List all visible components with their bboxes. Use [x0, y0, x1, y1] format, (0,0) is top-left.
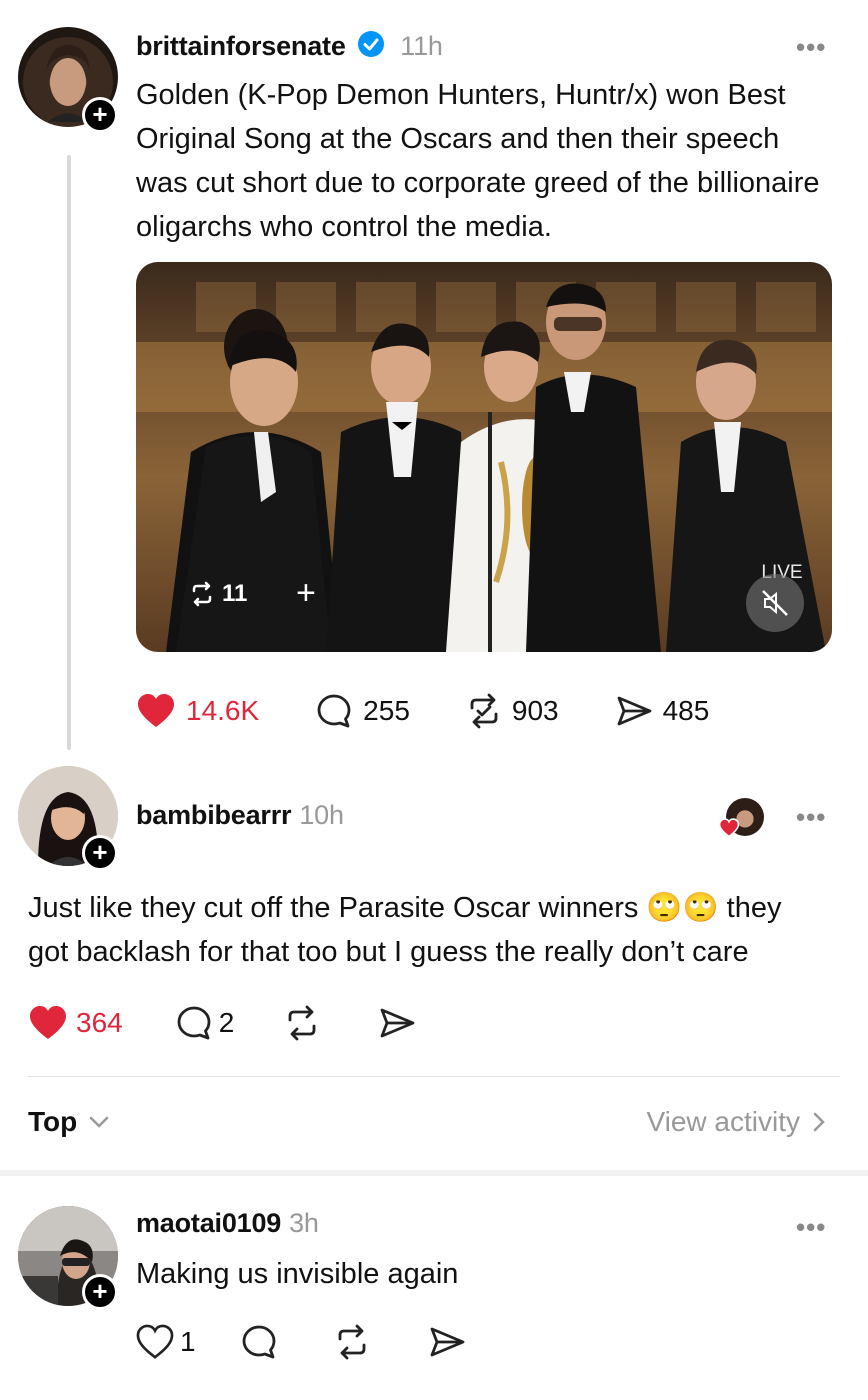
verified-icon [357, 30, 385, 65]
share-count: 485 [662, 695, 710, 726]
comment-icon [242, 1325, 275, 1359]
video-repost-button[interactable]: 11 [188, 580, 247, 608]
repost-icon [338, 1324, 365, 1360]
comment-count: 255 [363, 695, 410, 726]
repost-button[interactable] [332, 1323, 372, 1361]
sort-dropdown[interactable]: Top [28, 1106, 111, 1138]
share-button[interactable] [428, 1323, 466, 1361]
post-username[interactable]: brittainforsenate 11h [136, 30, 443, 65]
comment-text: Making us invisible again [136, 1258, 459, 1290]
comment-post: + maotai0109 3h ••• Making us invisible a… [0, 1176, 868, 1400]
comment-icon [317, 694, 351, 728]
username-text[interactable]: brittainforsenate [136, 31, 346, 61]
mute-icon[interactable] [746, 574, 804, 632]
comment-icon [177, 1006, 211, 1040]
more-icon[interactable]: ••• [796, 802, 826, 833]
reply-username[interactable]: bambibearrr 10h [136, 800, 344, 831]
heart-icon [718, 818, 740, 838]
share-icon [380, 1008, 415, 1038]
chevron-right-icon [813, 1112, 825, 1132]
repost-icon [192, 581, 212, 607]
like-button[interactable]: 364 [28, 1004, 123, 1042]
share-button[interactable]: 485 [615, 692, 710, 730]
follow-plus-icon[interactable]: + [82, 1274, 118, 1310]
like-count: 364 [76, 1007, 123, 1038]
comment-count: 2 [218, 1007, 235, 1038]
heart-icon [138, 694, 174, 727]
comment-button[interactable]: 255 [315, 692, 410, 730]
repost-button[interactable] [282, 1004, 322, 1042]
thread-line [67, 155, 71, 750]
like-button[interactable]: 1 [136, 1324, 196, 1360]
repost-icon [288, 1005, 316, 1041]
view-activity-label: View activity [646, 1106, 800, 1137]
like-count: 14.6K [186, 695, 260, 726]
post-video[interactable]: 11 + LIVE [136, 262, 832, 652]
post-text: Golden (K-Pop Demon Hunters, Huntr/x) wo… [136, 79, 820, 243]
comment-time: 3h [289, 1208, 319, 1238]
comment-username[interactable]: maotai0109 3h [136, 1208, 319, 1239]
sort-bar: Top View activity [0, 1090, 868, 1162]
comment-button[interactable] [240, 1323, 278, 1361]
more-icon[interactable]: ••• [796, 1212, 826, 1243]
reply-time: 10h [299, 800, 344, 830]
author-liked-avatar [718, 798, 764, 838]
chevron-down-icon [89, 1116, 109, 1128]
like-count: 1 [180, 1326, 196, 1357]
follow-plus-icon[interactable]: + [82, 97, 118, 133]
post-actions: 14.6K 255 903 485 [136, 692, 709, 730]
follow-plus-icon[interactable]: + [82, 835, 118, 871]
repost-button[interactable]: 903 [464, 692, 559, 730]
share-icon [430, 1327, 464, 1357]
reply-actions: 364 2 [28, 1004, 416, 1042]
repost-icon [470, 693, 498, 729]
more-icon[interactable]: ••• [796, 32, 826, 63]
main-post: + brittainforsenate 11h ••• Golden (K-Po… [0, 0, 868, 760]
reply-post: + bambibearrr 10h ••• Just like they cut … [0, 760, 868, 1080]
like-button[interactable]: 14.6K [136, 692, 259, 730]
share-icon [617, 696, 652, 726]
share-button[interactable] [378, 1004, 416, 1042]
video-repost-count: 11 [222, 580, 248, 607]
heart-icon [136, 1324, 174, 1359]
repost-count: 903 [511, 695, 559, 726]
heart-icon [30, 1006, 66, 1039]
post-time: 11h [400, 31, 443, 61]
reply-text: Just like they cut off the Parasite Osca… [28, 892, 782, 968]
username-text[interactable]: bambibearrr [136, 800, 292, 830]
divider [28, 1076, 840, 1077]
comment-actions: 1 [136, 1323, 466, 1361]
view-activity-link[interactable]: View activity [646, 1106, 828, 1138]
sort-label: Top [28, 1106, 78, 1137]
comment-button[interactable]: 2 [175, 1004, 235, 1042]
username-text[interactable]: maotai0109 [136, 1208, 281, 1238]
video-add-button[interactable]: + [296, 574, 316, 613]
